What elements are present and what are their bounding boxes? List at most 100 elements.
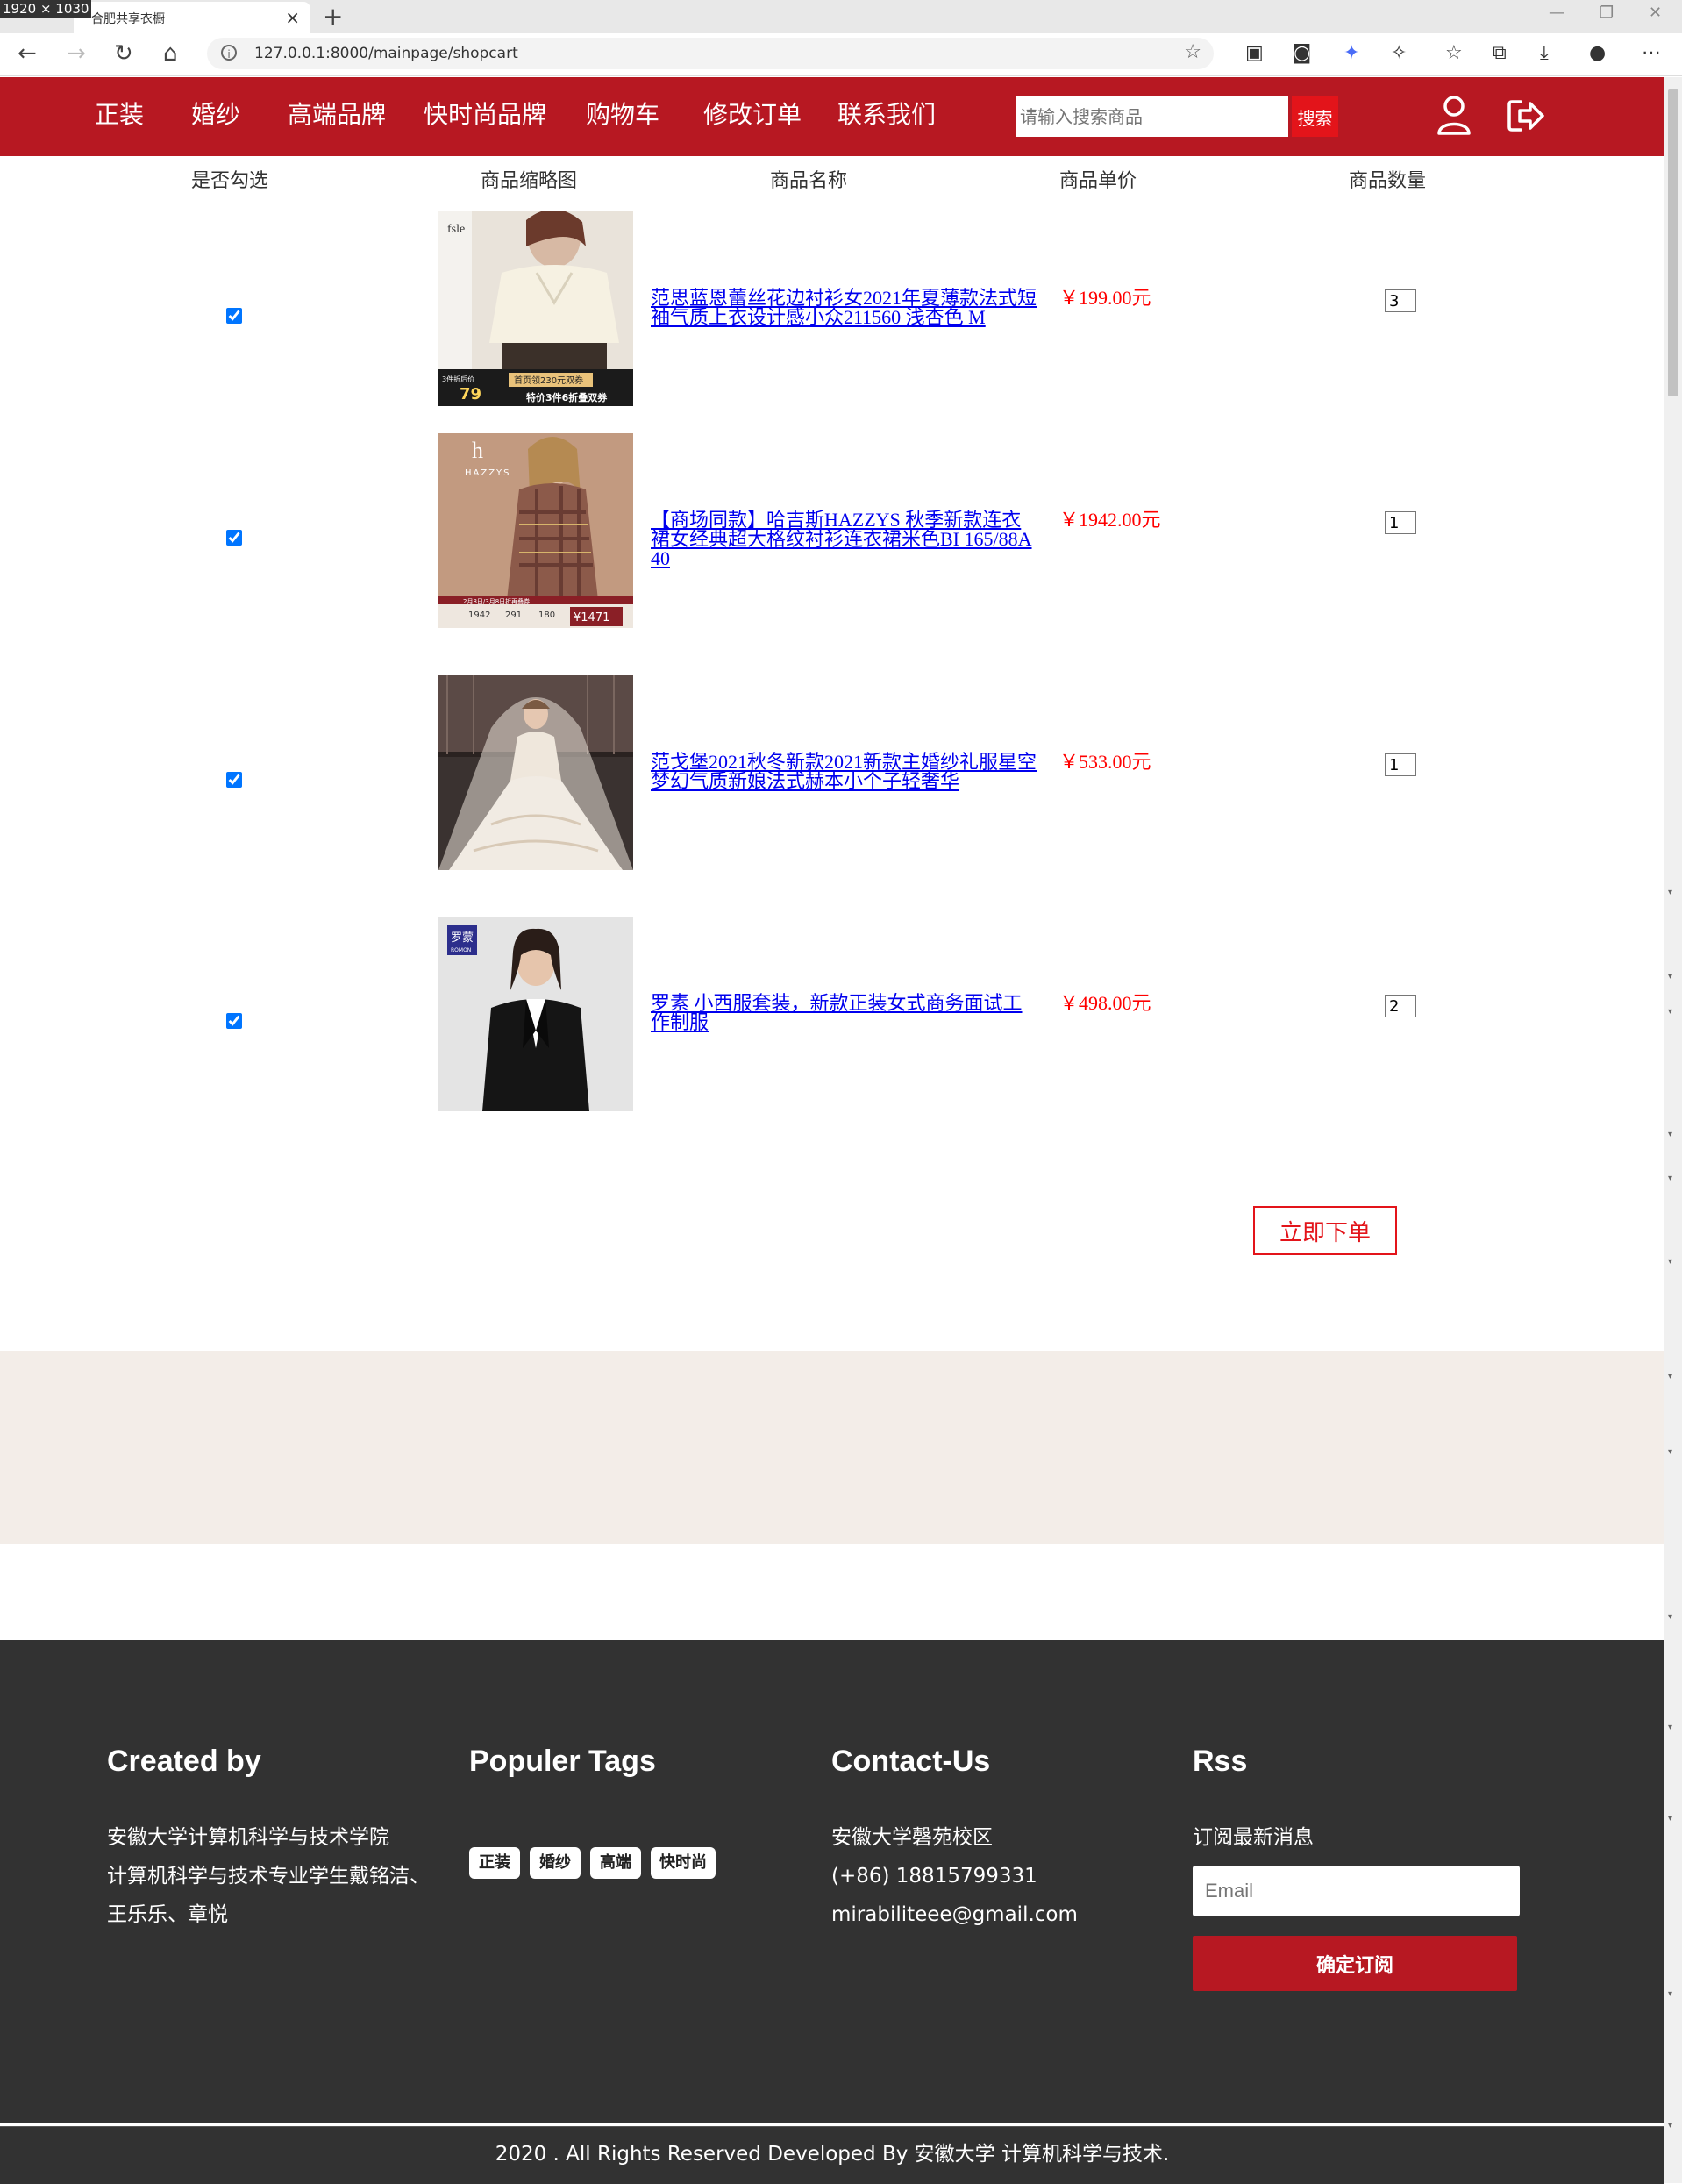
logout-icon[interactable] — [1507, 98, 1545, 133]
search-input[interactable] — [1016, 96, 1288, 137]
cart-row: h HAZZYS 2月8日/3月8日折再叠券 1942 291 180 ¥147… — [0, 433, 1664, 628]
search-button[interactable]: 搜索 — [1292, 96, 1338, 137]
home-icon[interactable]: ⌂ — [163, 40, 178, 67]
product-thumbnail[interactable]: fsle 首页领230元双券 3件折后价 79 特价3件6折叠双券 — [438, 211, 633, 406]
scroll-down-icon[interactable]: ▾ — [1668, 1447, 1672, 1457]
product-price: ￥498.00元 — [1059, 992, 1151, 1014]
downloads-icon[interactable]: ⤓ — [1540, 41, 1549, 66]
scroll-down-icon[interactable]: ▾ — [1668, 1989, 1672, 1999]
col-quantity: 商品数量 — [1349, 170, 1427, 192]
scroll-down-icon[interactable]: ▾ — [1668, 1372, 1672, 1381]
scroll-down-icon[interactable]: ▾ — [1668, 1612, 1672, 1622]
tag-fast-fashion[interactable]: 快时尚 — [651, 1847, 716, 1879]
url-text[interactable]: 127.0.0.1:8000/mainpage/shopcart — [254, 45, 518, 62]
menu-fast-fashion[interactable]: 快时尚品牌 — [424, 100, 546, 130]
menu-wedding[interactable]: 婚纱 — [191, 100, 240, 130]
footer-created-line: 计算机科学与技术专业学生戴铭洁、 — [107, 1865, 430, 1888]
forward-icon[interactable]: → — [67, 40, 86, 67]
more-icon[interactable]: ⋯ — [1642, 41, 1661, 66]
svg-text:2月8日/3月8日折再叠券: 2月8日/3月8日折再叠券 — [463, 597, 530, 605]
new-tab-icon[interactable]: + — [323, 2, 343, 32]
product-name-link[interactable]: 范戈堡2021秋冬新款2021新款主婚纱礼服星空梦幻气质新娘法式赫本小个子轻奢华 — [651, 753, 1040, 791]
scroll-down-icon[interactable]: ▾ — [1668, 972, 1672, 981]
menu-edit-order[interactable]: 修改订单 — [703, 100, 802, 130]
extensions-icon[interactable]: ✧ — [1391, 41, 1407, 66]
footer-rss-text: 订阅最新消息 — [1193, 1826, 1314, 1849]
item-checkbox[interactable] — [226, 530, 242, 546]
footer-phone: (+86) 18815799331 — [831, 1865, 1037, 1888]
product-thumbnail[interactable] — [438, 675, 633, 870]
menu-formal[interactable]: 正装 — [95, 100, 144, 130]
extension-tabs-icon[interactable]: ▣ — [1245, 41, 1264, 66]
col-name: 商品名称 — [770, 170, 848, 192]
svg-text:HAZZYS: HAZZYS — [465, 468, 511, 478]
thumb-brand: fsle — [447, 223, 465, 236]
thumb-logo: h — [472, 438, 483, 463]
product-price: ￥533.00元 — [1059, 751, 1151, 773]
scrollbar-thumb[interactable] — [1668, 89, 1678, 396]
tag-luxury[interactable]: 高端 — [590, 1847, 641, 1879]
tab-title: 合肥共享衣橱 — [91, 12, 165, 26]
product-price: ￥199.00元 — [1059, 287, 1151, 309]
extension-bird-icon[interactable]: ✦ — [1343, 41, 1359, 66]
svg-text:180: 180 — [538, 610, 555, 620]
menu-contact[interactable]: 联系我们 — [837, 100, 936, 130]
back-icon[interactable]: ← — [18, 40, 37, 67]
product-thumbnail[interactable]: 罗蒙 ROMON — [438, 917, 633, 1111]
scroll-down-icon[interactable]: ▾ — [1668, 1130, 1672, 1139]
scroll-down-icon[interactable]: ▾ — [1668, 1257, 1672, 1267]
footer-address: 安徽大学磬苑校区 — [831, 1826, 993, 1849]
cart-row: 范戈堡2021秋冬新款2021新款主婚纱礼服星空梦幻气质新娘法式赫本小个子轻奢华… — [0, 675, 1664, 870]
item-checkbox[interactable] — [226, 1013, 242, 1029]
browser-tab[interactable]: 合肥共享衣橱 × — [74, 2, 310, 33]
page-scrollbar[interactable]: ▾ ▾ ▾ ▾ ▾ ▾ ▾ ▾ ▾ ▾ ▾ ▾ ▾ — [1664, 77, 1682, 2183]
subscribe-button[interactable]: 确定订阅 — [1193, 1936, 1517, 1991]
extension-ghost-icon[interactable]: ◙ — [1293, 41, 1311, 66]
product-name-link[interactable]: 范思蓝恩蕾丝花边衬衫女2021年夏薄款法式短袖气质上衣设计感小众211560 浅… — [651, 289, 1040, 327]
rss-email-input[interactable] — [1193, 1866, 1520, 1916]
col-thumbnail: 商品缩略图 — [481, 170, 578, 192]
item-checkbox[interactable] — [226, 308, 242, 324]
svg-text:79: 79 — [460, 385, 481, 403]
scroll-down-icon[interactable]: ▾ — [1668, 888, 1672, 897]
scroll-down-icon[interactable]: ▾ — [1668, 1723, 1672, 1732]
info-icon[interactable]: i — [221, 45, 237, 61]
restore-icon[interactable]: ❐ — [1600, 4, 1614, 22]
product-name-link[interactable]: 罗素 小西服套装，新款正装女式商务面试工作制服 — [651, 994, 1040, 1032]
minimize-icon[interactable]: — — [1549, 4, 1564, 22]
scroll-down-icon[interactable]: ▾ — [1668, 2121, 1672, 2130]
quantity-input[interactable] — [1385, 995, 1416, 1017]
scroll-down-icon[interactable]: ▾ — [1668, 1007, 1672, 1017]
tag-wedding[interactable]: 婚纱 — [530, 1847, 581, 1879]
item-checkbox[interactable] — [226, 772, 242, 788]
footer-email[interactable]: mirabiliteee@gmail.com — [831, 1895, 1078, 1934]
quantity-input[interactable] — [1385, 289, 1416, 312]
user-icon[interactable] — [1436, 95, 1472, 135]
svg-text:3件折后价: 3件折后价 — [442, 375, 474, 383]
place-order-button[interactable]: 立即下单 — [1253, 1206, 1397, 1255]
quantity-input[interactable] — [1385, 753, 1416, 776]
menu-luxury-brands[interactable]: 高端品牌 — [288, 100, 386, 130]
dimension-badge: 1920 × 1030 — [0, 0, 92, 18]
address-bar[interactable]: i 127.0.0.1:8000/mainpage/shopcart ☆ — [207, 38, 1214, 69]
reload-icon[interactable]: ↻ — [114, 40, 133, 67]
tab-close-icon[interactable]: × — [285, 7, 300, 28]
collections-icon[interactable]: ⧉ — [1493, 41, 1507, 66]
scroll-down-icon[interactable]: ▾ — [1668, 1174, 1672, 1183]
scroll-down-icon[interactable]: ▾ — [1668, 1814, 1672, 1824]
col-price: 商品单价 — [1059, 170, 1137, 192]
quantity-input[interactable] — [1385, 511, 1416, 534]
tag-formal[interactable]: 正装 — [469, 1847, 520, 1879]
cart-row: 罗蒙 ROMON 罗素 小西服套装，新款正装女式商务面试工作制服 ￥498.00… — [0, 917, 1664, 1111]
product-thumbnail[interactable]: h HAZZYS 2月8日/3月8日折再叠券 1942 291 180 ¥147… — [438, 433, 633, 628]
close-window-icon[interactable]: ✕ — [1649, 4, 1662, 22]
menu-cart[interactable]: 购物车 — [586, 100, 659, 130]
footer-rss-heading: Rss — [1193, 1745, 1248, 1778]
favorites-icon[interactable]: ☆ — [1445, 41, 1463, 66]
footer-created-line: 安徽大学计算机科学与技术学院 — [107, 1826, 389, 1849]
profile-avatar-icon[interactable]: ● — [1589, 41, 1606, 66]
browser-toolbar: ← → ↻ ⌂ i 127.0.0.1:8000/mainpage/shopca… — [0, 33, 1682, 76]
footer-created-line: 王乐乐、章悦 — [107, 1903, 228, 1926]
favorite-add-icon[interactable]: ☆ — [1184, 41, 1201, 63]
product-name-link[interactable]: 【商场同款】哈吉斯HAZZYS 秋季新款连衣裙女经典超大格纹衬衫连衣裙米色BI … — [651, 510, 1040, 568]
